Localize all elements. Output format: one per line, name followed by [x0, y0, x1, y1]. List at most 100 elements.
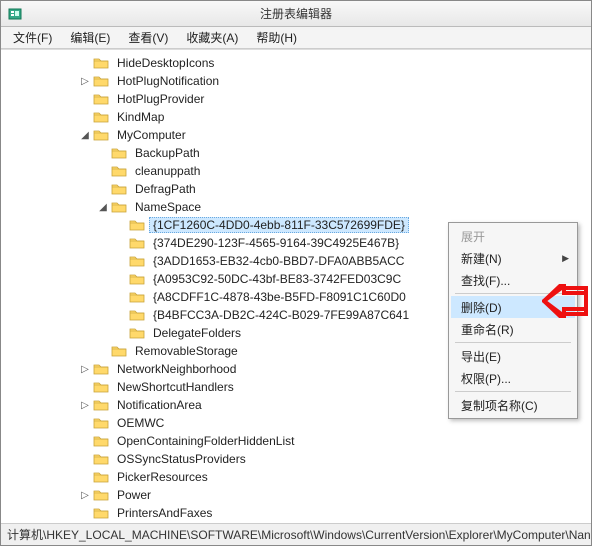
ctx-copy-key-name[interactable]: 复制项名称(C) [451, 394, 575, 416]
tree-node-label: {1CF1260C-4DD0-4ebb-811F-33C572699FDE} [149, 217, 409, 233]
annotation-red-arrow [542, 284, 588, 321]
menu-favorites[interactable]: 收藏夹(A) [178, 27, 246, 48]
tree-node[interactable]: ◢ NameSpace [7, 198, 591, 216]
tree-node[interactable]: OSSyncStatusProviders [7, 450, 591, 468]
tree-node[interactable]: cleanuppath [7, 162, 591, 180]
folder-icon [111, 200, 127, 214]
folder-icon [93, 128, 109, 142]
folder-icon [111, 146, 127, 160]
folder-icon [111, 182, 127, 196]
folder-icon [93, 452, 109, 466]
tree-node-label: NotificationArea [113, 397, 206, 413]
tree-node-label: NameSpace [131, 199, 205, 215]
expand-toggle-closed-icon[interactable]: ▷ [79, 364, 91, 375]
ctx-copy-key-name-label: 复制项名称(C) [461, 397, 538, 414]
expand-toggle-open-icon[interactable]: ◢ [97, 202, 109, 213]
tree-node-label: DefragPath [131, 181, 200, 197]
expand-toggle-open-icon[interactable]: ◢ [79, 130, 91, 141]
expand-toggle-closed-icon[interactable]: ▷ [79, 400, 91, 411]
folder-icon [93, 92, 109, 106]
folder-icon [93, 398, 109, 412]
tree-node-label: {A0953C92-50DC-43bf-BE83-3742FED03C9C [149, 271, 405, 287]
ctx-export[interactable]: 导出(E) [451, 345, 575, 367]
folder-icon [129, 290, 145, 304]
folder-icon [129, 308, 145, 322]
tree-node[interactable]: PrintersAndFaxes [7, 504, 591, 522]
ctx-expand-label: 展开 [461, 228, 485, 245]
tree-node[interactable]: HideDesktopIcons [7, 54, 591, 72]
tree-node[interactable]: ▷ Power [7, 486, 591, 504]
expand-toggle-closed-icon[interactable]: ▷ [79, 490, 91, 501]
folder-icon [93, 488, 109, 502]
tree-node-label: NewShortcutHandlers [113, 379, 238, 395]
menu-help[interactable]: 帮助(H) [248, 27, 305, 48]
folder-icon [93, 74, 109, 88]
ctx-new[interactable]: 新建(N) ▶ [451, 247, 575, 269]
ctx-find-label: 查找(F)... [461, 272, 510, 289]
tree-node-label: BackupPath [131, 145, 204, 161]
tree-node-label: {B4BFCC3A-DB2C-424C-B029-7FE99A87C641 [149, 307, 413, 323]
tree-node-label: PickerResources [113, 469, 212, 485]
folder-icon [93, 506, 109, 520]
tree-node-label: OSSyncStatusProviders [113, 451, 250, 467]
ctx-new-label: 新建(N) [461, 250, 502, 267]
expand-toggle-closed-icon[interactable]: ▷ [79, 76, 91, 87]
ctx-rename-label: 重命名(R) [461, 321, 514, 338]
tree-node-label: MyComputer [113, 127, 190, 143]
folder-icon [111, 344, 127, 358]
submenu-arrow-icon: ▶ [562, 253, 569, 264]
menu-view[interactable]: 查看(V) [120, 27, 176, 48]
folder-icon [93, 380, 109, 394]
tree-node-label: {3ADD1653-EB32-4cb0-BBD7-DFA0ABB5ACC [149, 253, 408, 269]
ctx-export-label: 导出(E) [461, 348, 501, 365]
tree-node[interactable]: ◢ MyComputer [7, 126, 591, 144]
tree-node-label: KindMap [113, 109, 168, 125]
folder-icon [129, 218, 145, 232]
titlebar: 注册表编辑器 [1, 1, 591, 27]
menu-edit[interactable]: 编辑(E) [62, 27, 118, 48]
ctx-permissions-label: 权限(P)... [461, 370, 511, 387]
ctx-expand[interactable]: 展开 [451, 225, 575, 247]
ctx-separator [455, 391, 571, 392]
folder-icon [93, 362, 109, 376]
tree-node-label: OEMWC [113, 415, 168, 431]
tree-node-label: HideDesktopIcons [113, 55, 218, 71]
folder-icon [129, 272, 145, 286]
tree-node-label: {374DE290-123F-4565-9164-39C4925E467B} [149, 235, 403, 251]
tree-node[interactable]: BackupPath [7, 144, 591, 162]
tree-node[interactable]: PickerResources [7, 468, 591, 486]
ctx-rename[interactable]: 重命名(R) [451, 318, 575, 340]
statusbar: 计算机\HKEY_LOCAL_MACHINE\SOFTWARE\Microsof… [1, 523, 591, 545]
tree-node-label: {A8CDFF1C-4878-43be-B5FD-F8091C1C60D0 [149, 289, 410, 305]
folder-icon [93, 110, 109, 124]
tree-node-label: DelegateFolders [149, 325, 245, 341]
tree-node-label: Power [113, 487, 155, 503]
tree-node[interactable]: OpenContainingFolderHiddenList [7, 432, 591, 450]
folder-icon [129, 326, 145, 340]
folder-icon [93, 56, 109, 70]
tree-node[interactable]: HotPlugProvider [7, 90, 591, 108]
tree-node[interactable]: DefragPath [7, 180, 591, 198]
tree-node[interactable]: ▷ HotPlugNotification [7, 72, 591, 90]
ctx-delete-label: 删除(D) [461, 299, 502, 316]
tree-node-label: cleanuppath [131, 163, 204, 179]
folder-icon [93, 434, 109, 448]
folder-icon [93, 470, 109, 484]
window-title: 注册表编辑器 [260, 5, 332, 22]
folder-icon [129, 236, 145, 250]
tree-node-label: OpenContainingFolderHiddenList [113, 433, 298, 449]
app-icon [7, 6, 23, 22]
ctx-separator [455, 342, 571, 343]
menu-file[interactable]: 文件(F) [5, 27, 60, 48]
tree-node-label: HotPlugNotification [113, 73, 223, 89]
tree-node-label: RemovableStorage [131, 343, 242, 359]
folder-icon [129, 254, 145, 268]
folder-icon [93, 416, 109, 430]
tree-node-label: NetworkNeighborhood [113, 361, 240, 377]
folder-icon [111, 164, 127, 178]
ctx-permissions[interactable]: 权限(P)... [451, 367, 575, 389]
tree-node-label: HotPlugProvider [113, 91, 208, 107]
tree-node[interactable]: KindMap [7, 108, 591, 126]
statusbar-path: 计算机\HKEY_LOCAL_MACHINE\SOFTWARE\Microsof… [7, 526, 591, 543]
tree-node-label: PrintersAndFaxes [113, 505, 216, 521]
